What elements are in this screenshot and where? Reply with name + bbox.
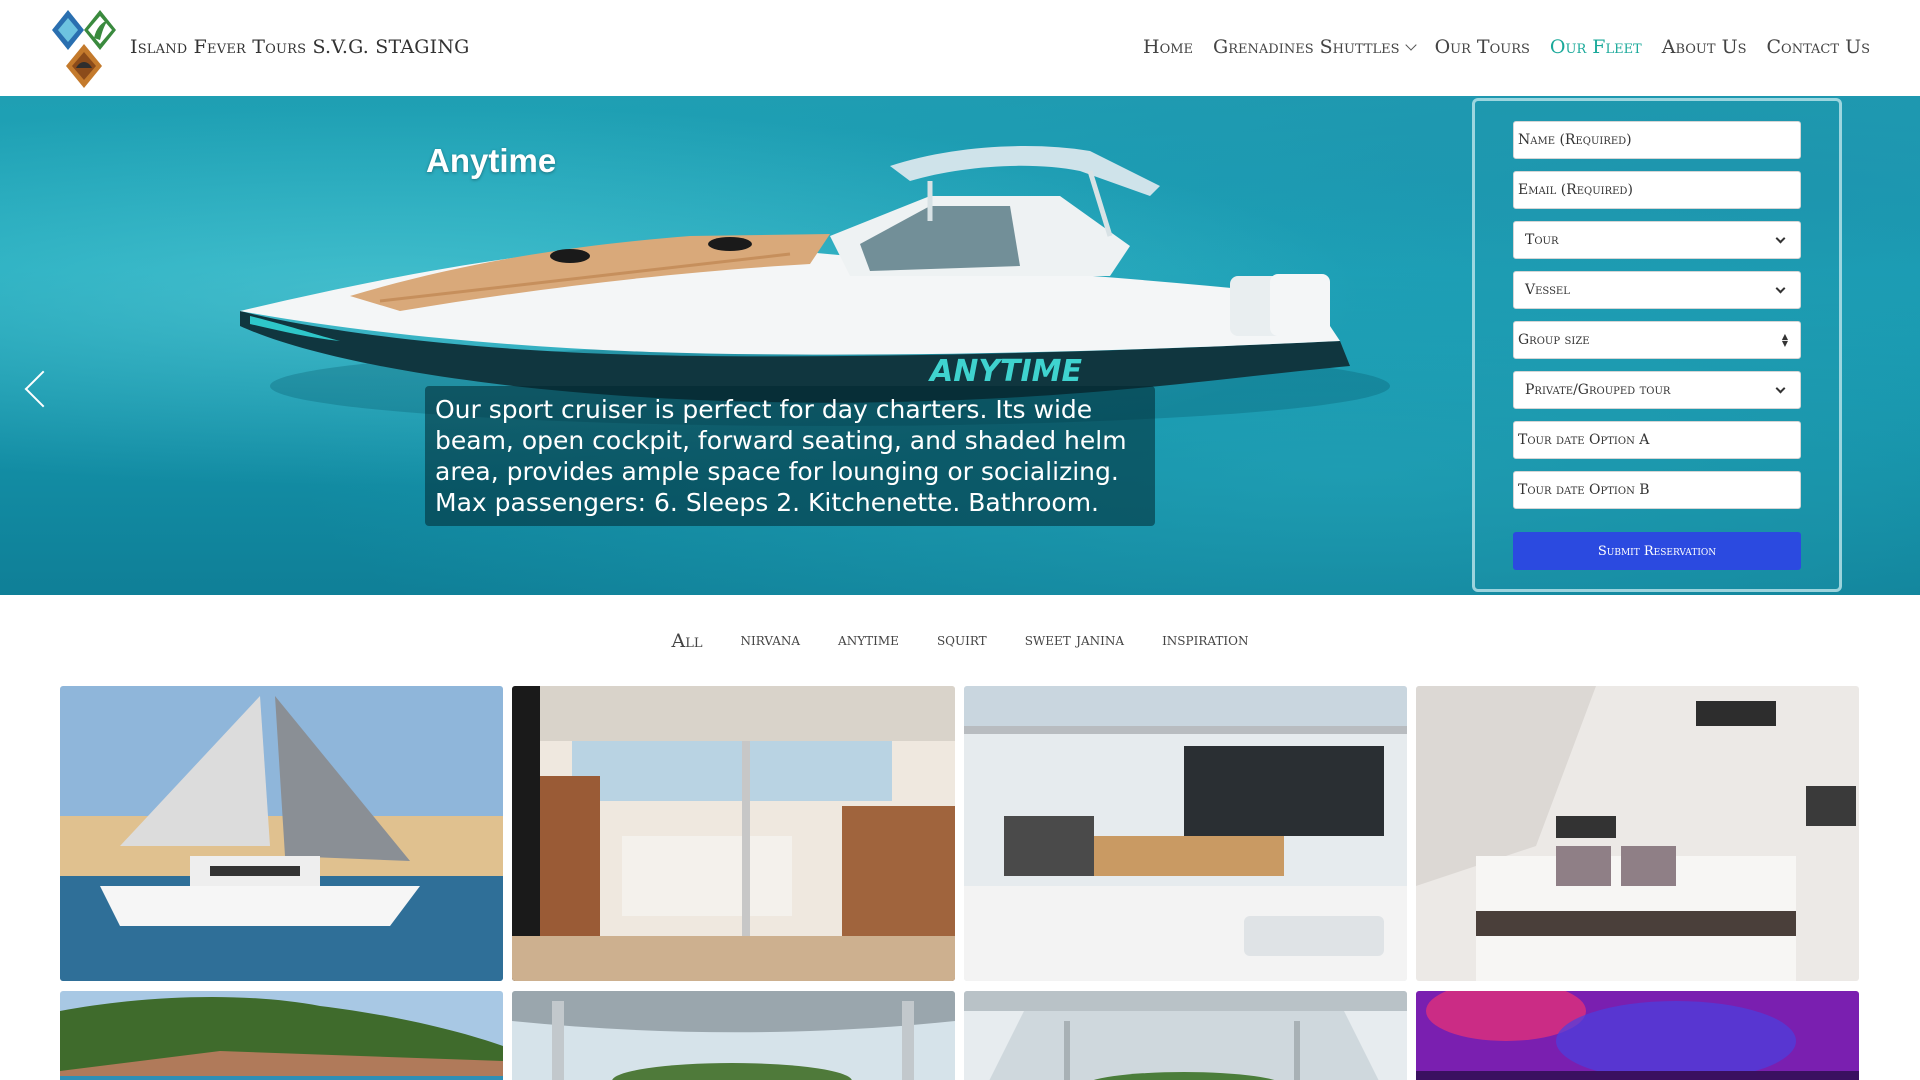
gallery-image-galley[interactable] (512, 686, 955, 981)
tour-select[interactable]: Tour (1513, 221, 1801, 259)
nav-item-label: About Us (1661, 36, 1747, 58)
nav-item-home[interactable]: Home (1143, 36, 1193, 58)
vessel-select[interactable]: Vessel (1513, 271, 1801, 309)
chevron-down-icon (1775, 233, 1786, 243)
slide-description: Our sport cruiser is perfect for day cha… (435, 395, 1127, 486)
nav-item-label: Grenadines Shuttles (1213, 36, 1400, 58)
tour-select-label: Tour (1525, 232, 1559, 248)
vessel-select-label: Vessel (1525, 282, 1570, 298)
email-placeholder: Email (Required) (1518, 182, 1633, 198)
chevron-left-icon[interactable] (24, 370, 62, 408)
nav-item-grenadines-shuttles[interactable]: Grenadines Shuttles (1213, 36, 1417, 58)
filter-all[interactable]: All (672, 630, 703, 652)
fleet-gallery (60, 686, 1860, 1080)
nav-item-our-fleet[interactable]: Our Fleet (1550, 36, 1642, 58)
slide-caption: Our sport cruiser is perfect for day cha… (425, 386, 1155, 526)
email-field[interactable]: Email (Required) (1513, 171, 1801, 209)
name-field[interactable]: Name (Required) (1513, 121, 1801, 159)
nav-item-label: Our Tours (1434, 36, 1530, 58)
reservation-form: Name (Required) Email (Required) Tour Ve… (1472, 98, 1842, 592)
filter-anytime[interactable]: anytime (838, 630, 899, 652)
nav-item-label: Our Fleet (1549, 36, 1642, 58)
spinner-icon[interactable]: ▲ ▼ (1782, 333, 1788, 348)
slide-specs: Max passengers: 6. Sleeps 2. Kitchenette… (435, 488, 1099, 517)
hull-lettering: ANYTIME (928, 354, 1083, 389)
nav-item-contact-us[interactable]: Contact Us (1767, 36, 1871, 58)
gallery-image-bimini[interactable] (512, 991, 955, 1080)
date-a-placeholder: Tour date Option A (1518, 432, 1650, 448)
site-brand-name[interactable]: Island Fever Tours S.V.G. STAGING (130, 36, 470, 58)
gallery-image-coastline[interactable] (60, 991, 503, 1080)
fleet-filter-tabs: All nirvana anytime squirt sweet janina … (0, 630, 1920, 652)
filter-inspiration[interactable]: inspiration (1162, 630, 1248, 652)
nav-item-label: Contact Us (1766, 36, 1871, 58)
nav-item-label: Home (1143, 36, 1194, 58)
site-header: Island Fever Tours S.V.G. STAGING Home G… (0, 0, 1920, 96)
date-option-b-field[interactable]: Tour date Option B (1513, 471, 1801, 509)
date-b-placeholder: Tour date Option B (1518, 482, 1650, 498)
filter-nirvana[interactable]: nirvana (741, 630, 801, 652)
gallery-image-cabin[interactable] (1416, 686, 1859, 981)
group-size-input[interactable]: Group size ▲ ▼ (1513, 321, 1801, 359)
filter-squirt[interactable]: squirt (937, 630, 987, 652)
tour-type-select[interactable]: Private/Grouped tour (1513, 371, 1801, 409)
chevron-down-icon (1775, 383, 1786, 393)
gallery-image-catamaran[interactable] (60, 686, 503, 981)
gallery-image-cockpit[interactable] (964, 686, 1407, 981)
submit-reservation-button[interactable]: Submit Reservation (1513, 532, 1801, 570)
gallery-image-neon-lounge[interactable] (1416, 991, 1859, 1080)
name-placeholder: Name (Required) (1518, 132, 1632, 148)
nav-item-our-tours[interactable]: Our Tours (1435, 36, 1530, 58)
chevron-down-icon (1775, 283, 1786, 293)
date-option-a-field[interactable]: Tour date Option A (1513, 421, 1801, 459)
nav-item-about-us[interactable]: About Us (1662, 36, 1747, 58)
group-size-placeholder: Group size (1518, 332, 1590, 348)
gallery-image-flybridge[interactable] (964, 991, 1407, 1080)
diamond-logo-icon[interactable] (50, 8, 120, 88)
filter-sweet-janina[interactable]: sweet janina (1025, 630, 1124, 652)
chevron-down-icon (1404, 38, 1417, 51)
slide-title: Anytime (426, 142, 557, 179)
main-nav: Home Grenadines Shuttles Our Tours Our F… (1123, 36, 1870, 58)
tour-type-label: Private/Grouped tour (1525, 382, 1671, 398)
